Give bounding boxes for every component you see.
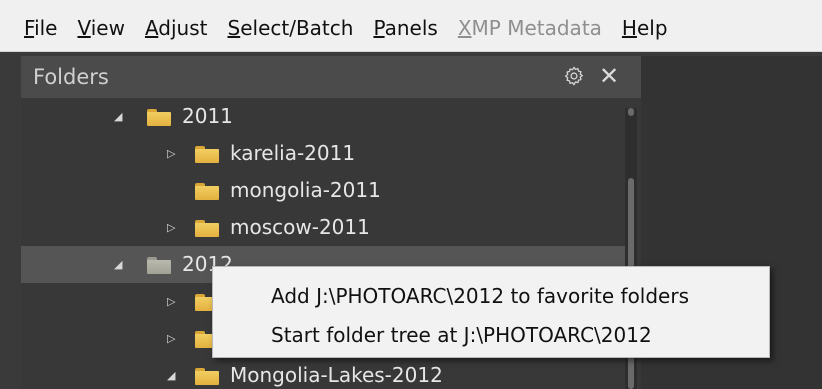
folder-icon	[147, 109, 171, 126]
menu-file-label: ile	[34, 16, 58, 40]
menu-panels-label: anels	[384, 16, 438, 40]
tree-row-label: moscow-2011	[230, 215, 370, 239]
folder-icon	[195, 146, 219, 163]
menu-panels-mnemonic: P	[373, 16, 385, 40]
menu-bar: File View Adjust Select/Batch Panels XMP…	[0, 0, 822, 52]
expand-triangle-icon[interactable]: ▷	[167, 209, 175, 246]
tree-row-label: 2011	[182, 104, 233, 128]
tree-row[interactable]: ◢ Mongolia-Lakes-2012	[21, 357, 625, 389]
menu-adjust[interactable]: Adjust	[135, 14, 218, 42]
menu-xmp-metadata-label: MP Metadata	[471, 16, 602, 40]
expand-triangle-icon[interactable]: ▷	[167, 283, 175, 320]
menu-bar-items: File View Adjust Select/Batch Panels XMP…	[14, 14, 678, 42]
panel-title: Folders	[33, 65, 109, 89]
collapse-triangle-icon[interactable]: ◢	[114, 246, 122, 283]
menu-select-batch[interactable]: Select/Batch	[218, 14, 364, 42]
menu-xmp-metadata-mnemonic: X	[457, 16, 472, 40]
menu-xmp-metadata[interactable]: XMP Metadata	[448, 14, 612, 42]
folder-icon	[195, 183, 219, 200]
scrollbar-top-cap	[628, 108, 634, 116]
menu-file-mnemonic: F	[24, 16, 35, 40]
menu-file[interactable]: File	[14, 14, 67, 42]
tree-row-label: karelia-2011	[230, 141, 356, 165]
collapse-triangle-icon[interactable]: ◢	[114, 98, 122, 135]
menu-view-label: iew	[90, 16, 125, 40]
menu-help-mnemonic: H	[621, 16, 637, 40]
tree-row[interactable]: ▷ moscow-2011	[21, 209, 625, 246]
tree-row[interactable]: ▷ karelia-2011	[21, 135, 625, 172]
tree-row[interactable]: mongolia-2011	[21, 172, 625, 209]
gear-icon[interactable]	[563, 65, 585, 87]
tree-row-label: mongolia-2011	[230, 178, 381, 202]
panel-header: Folders ✕	[21, 56, 641, 98]
menu-panels[interactable]: Panels	[363, 14, 447, 42]
menu-help[interactable]: Help	[612, 14, 678, 42]
tree-row-label: Mongolia-Lakes-2012	[230, 363, 443, 387]
folder-icon	[195, 220, 219, 237]
menu-adjust-label: djust	[158, 16, 208, 40]
tree-row[interactable]: ◢ 2011	[21, 98, 625, 135]
context-menu: Add J:\PHOTOARC\2012 to favorite folders…	[212, 266, 770, 358]
expand-triangle-icon[interactable]: ▷	[167, 135, 175, 172]
menu-adjust-mnemonic: A	[144, 16, 159, 40]
add-to-favorites-menu-item[interactable]: Add J:\PHOTOARC\2012 to favorite folders	[271, 281, 689, 311]
start-folder-tree-menu-item[interactable]: Start folder tree at J:\PHOTOARC\2012	[271, 320, 652, 350]
folder-icon	[195, 368, 219, 385]
folder-icon	[147, 257, 171, 274]
menu-select-batch-mnemonic: S	[227, 16, 241, 40]
collapse-triangle-icon[interactable]: ◢	[167, 357, 175, 389]
menu-help-label: elp	[636, 16, 668, 40]
menu-select-batch-label: elect/Batch	[240, 16, 354, 40]
menu-view[interactable]: View	[67, 14, 134, 42]
expand-triangle-icon[interactable]: ▷	[167, 320, 175, 357]
menu-view-mnemonic: V	[77, 16, 91, 40]
close-icon[interactable]: ✕	[599, 61, 619, 91]
